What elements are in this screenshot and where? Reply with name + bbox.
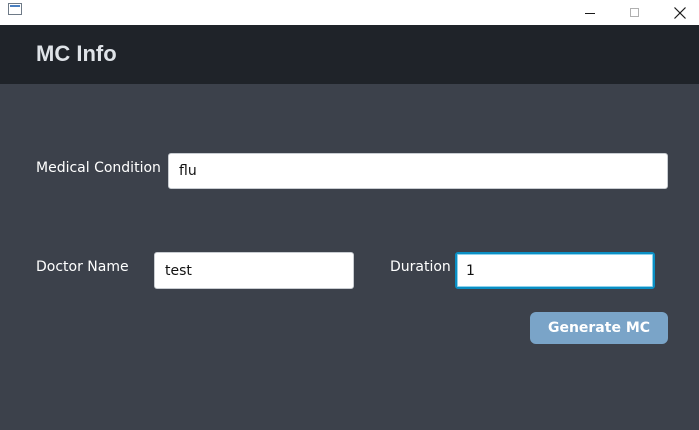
close-icon — [674, 6, 686, 19]
page-title: MC Info — [36, 41, 117, 66]
close-button[interactable] — [657, 0, 699, 25]
minimize-icon — [585, 12, 595, 14]
generate-mc-button[interactable]: Generate MC — [530, 312, 668, 344]
page-header: MC Info — [0, 25, 699, 84]
medical-condition-label: Medical Condition — [36, 160, 161, 176]
minimize-button[interactable] — [567, 0, 613, 25]
medical-condition-input[interactable] — [168, 153, 668, 189]
maximize-icon — [629, 8, 639, 17]
duration-label: Duration — [390, 259, 451, 275]
maximize-button[interactable] — [611, 0, 657, 25]
app-window-icon — [8, 3, 22, 15]
app-window: MC Info Medical Condition Doctor Name Du… — [0, 0, 699, 430]
duration-input[interactable] — [455, 252, 655, 289]
title-bar — [0, 0, 699, 25]
doctor-name-input[interactable] — [154, 252, 354, 289]
doctor-name-label: Doctor Name — [36, 259, 129, 275]
